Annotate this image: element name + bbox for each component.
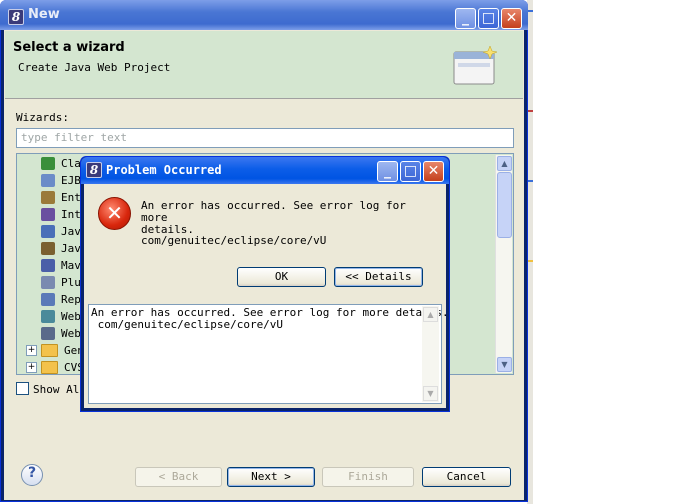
tree-item[interactable]: Web: [41, 308, 81, 325]
interface-icon: [41, 208, 55, 221]
tree-scrollbar[interactable]: ▲ ▼: [495, 155, 512, 373]
tree-item[interactable]: Rep: [41, 291, 81, 308]
maximize-button[interactable]: □: [478, 8, 499, 29]
filter-input[interactable]: type filter text: [16, 128, 514, 148]
scroll-up-arrow-icon[interactable]: ▲: [423, 307, 438, 322]
java-icon: [41, 242, 55, 255]
tree-item-label: Jav: [61, 242, 81, 255]
tree-item[interactable]: + Gen: [26, 342, 84, 359]
web-service-icon: [41, 327, 55, 340]
tree-item[interactable]: + CVS: [26, 359, 84, 374]
web-icon: [41, 310, 55, 323]
show-all-label: Show All: [33, 383, 86, 396]
error-icon: ✕: [98, 197, 131, 230]
scroll-down-arrow-icon[interactable]: ▼: [497, 357, 512, 372]
wizard-banner-icon: [453, 45, 498, 85]
tree-item-label: Mav: [61, 259, 81, 272]
dialog-title: Problem Occurred: [106, 163, 222, 177]
ejb-icon: [41, 174, 55, 187]
dialog-close-button[interactable]: ✕: [423, 161, 444, 182]
maven-icon: [41, 259, 55, 272]
plugin-icon: [41, 276, 55, 289]
scroll-up-arrow-icon[interactable]: ▲: [497, 156, 512, 171]
ok-button[interactable]: OK: [237, 267, 326, 287]
minimize-button[interactable]: _: [455, 8, 476, 29]
expand-icon[interactable]: +: [26, 362, 37, 373]
error-message: An error has occurred. See error log for…: [141, 199, 406, 236]
finish-button[interactable]: Finish: [322, 467, 414, 487]
tree-item[interactable]: Ent: [41, 189, 81, 206]
window-title: New: [28, 7, 60, 22]
tree-item[interactable]: Jav: [41, 240, 81, 257]
tree-item-label: Web: [61, 310, 81, 323]
close-button[interactable]: ✕: [501, 8, 522, 29]
details-button[interactable]: << Details: [334, 267, 423, 287]
window-title-bar[interactable]: [0, 0, 528, 30]
tree-item[interactable]: Cla: [41, 155, 81, 172]
tree-item-label: EJB: [61, 174, 81, 187]
back-button[interactable]: < Back: [135, 467, 222, 487]
report-icon: [41, 293, 55, 306]
header-description: Create Java Web Project: [18, 61, 171, 74]
class-icon: [41, 157, 55, 170]
scroll-down-arrow-icon[interactable]: ▼: [423, 386, 438, 401]
cancel-button[interactable]: Cancel: [422, 467, 511, 487]
expand-icon[interactable]: +: [26, 345, 37, 356]
tree-item-label: Jav: [61, 225, 81, 238]
details-scrollbar[interactable]: ▲ ▼: [422, 306, 439, 402]
tree-item-label: Plu: [61, 276, 81, 289]
scrollbar-thumb[interactable]: [497, 172, 512, 238]
tree-item-label: Web: [61, 327, 81, 340]
eclipse-app-icon: 8: [86, 162, 102, 178]
tree-item-label: Int: [61, 208, 81, 221]
java-icon: [41, 225, 55, 238]
tree-item[interactable]: Mav: [41, 257, 81, 274]
wizards-label: Wizards:: [16, 111, 69, 124]
help-icon[interactable]: ?: [21, 464, 43, 486]
header-separator: [5, 98, 523, 99]
next-button[interactable]: Next >: [227, 467, 315, 487]
tree-item[interactable]: EJB: [41, 172, 81, 189]
dialog-maximize-button[interactable]: □: [400, 161, 421, 182]
dialog-minimize-button[interactable]: _: [377, 161, 398, 182]
details-text: An error has occurred. See error log for…: [91, 306, 449, 331]
tree-item[interactable]: Int: [41, 206, 81, 223]
tree-item-label: Ent: [61, 191, 81, 204]
folder-icon: [41, 361, 58, 374]
header-title: Select a wizard: [13, 40, 125, 55]
tree-item-label: Rep: [61, 293, 81, 306]
eclipse-app-icon: 8: [8, 9, 24, 25]
entity-icon: [41, 191, 55, 204]
tree-item[interactable]: Plu: [41, 274, 81, 291]
error-path: com/genuitec/eclipse/core/vU: [141, 234, 327, 247]
folder-icon: [41, 344, 58, 357]
tree-item[interactable]: Web: [41, 325, 81, 342]
show-all-checkbox[interactable]: [16, 382, 29, 395]
tree-item-label: Cla: [61, 157, 81, 170]
tree-item[interactable]: Jav: [41, 223, 81, 240]
